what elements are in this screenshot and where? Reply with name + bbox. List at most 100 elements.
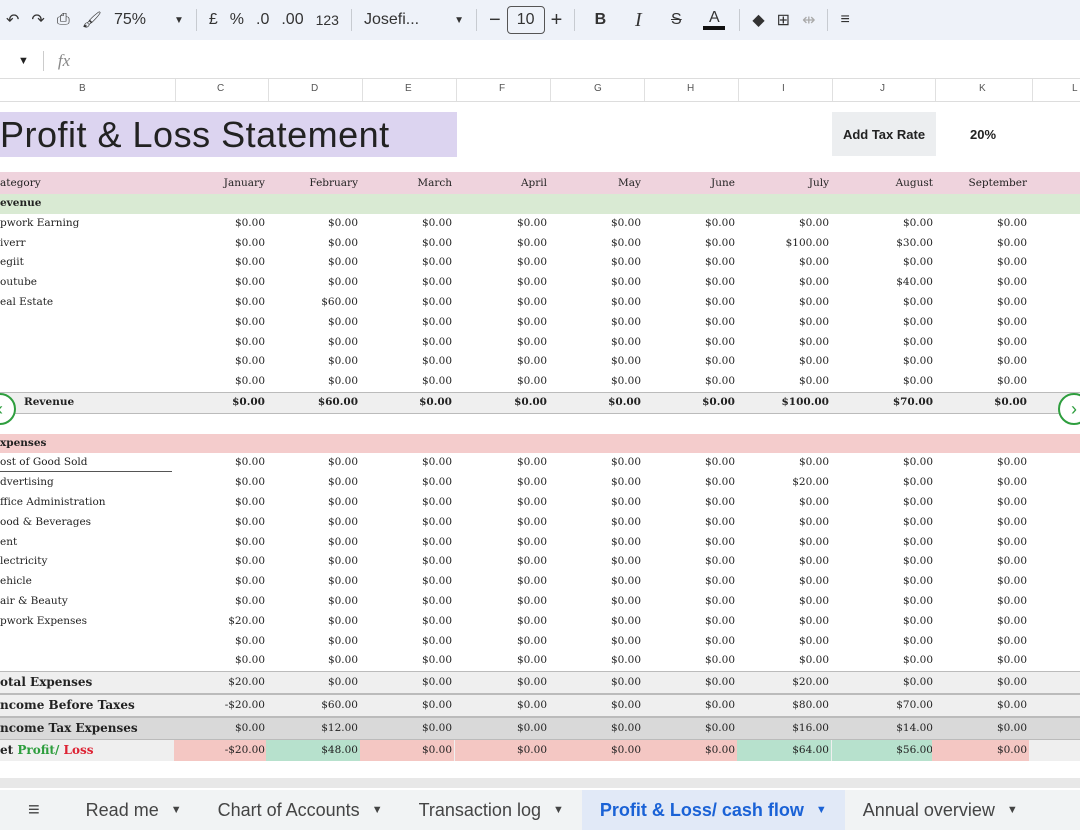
value-cell[interactable]: $0.00: [937, 234, 1027, 254]
value-cell[interactable]: $0.00: [645, 453, 735, 473]
value-cell[interactable]: $0.00: [645, 293, 735, 313]
value-cell[interactable]: -$20.00: [175, 695, 265, 716]
value-cell[interactable]: $0.00: [937, 572, 1027, 592]
row-label[interactable]: outube: [0, 273, 37, 293]
redo-icon[interactable]: ↷: [25, 4, 50, 36]
value-cell[interactable]: $0.00: [843, 372, 933, 392]
row-label[interactable]: dvertising: [0, 473, 54, 493]
value-cell[interactable]: $0.00: [268, 612, 358, 632]
value-cell[interactable]: $0.00: [843, 214, 933, 234]
value-cell[interactable]: $0.00: [175, 372, 265, 392]
value-cell[interactable]: $0.00: [457, 612, 547, 632]
value-cell[interactable]: $0.00: [457, 453, 547, 473]
value-cell[interactable]: $0.00: [739, 572, 829, 592]
value-cell[interactable]: $0.00: [739, 333, 829, 353]
value-cell[interactable]: $0.00: [843, 552, 933, 572]
value-cell[interactable]: $16.00: [739, 718, 829, 739]
value-cell[interactable]: $100.00: [739, 393, 830, 413]
value-cell[interactable]: $60.00: [268, 695, 358, 716]
column-header-i[interactable]: I: [782, 83, 785, 94]
value-cell[interactable]: $0.00: [268, 493, 358, 513]
tax-rate-value[interactable]: 20%: [955, 112, 1011, 156]
value-cell[interactable]: $0.00: [645, 695, 735, 716]
value-cell[interactable]: $0.00: [175, 718, 265, 739]
value-cell[interactable]: $0.00: [843, 651, 933, 671]
value-cell[interactable]: $0.00: [362, 612, 452, 632]
value-cell[interactable]: $0.00: [362, 253, 452, 273]
formula-input[interactable]: [82, 49, 1080, 73]
row-label[interactable]: ood & Beverages: [0, 513, 91, 533]
value-cell[interactable]: $0.00: [362, 718, 452, 739]
value-cell[interactable]: $60.00: [268, 393, 358, 413]
value-cell[interactable]: $0.00: [268, 672, 358, 693]
value-cell[interactable]: $0.00: [268, 572, 358, 592]
value-cell[interactable]: $0.00: [843, 293, 933, 313]
row-label[interactable]: ncome Before Taxes: [0, 695, 135, 716]
value-cell[interactable]: $0.00: [268, 632, 358, 652]
value-cell[interactable]: $0.00: [937, 214, 1027, 234]
value-cell[interactable]: $0.00: [645, 572, 735, 592]
value-cell[interactable]: $0.00: [937, 352, 1027, 372]
value-cell[interactable]: $0.00: [551, 493, 641, 513]
value-cell[interactable]: $0.00: [937, 592, 1027, 612]
value-cell[interactable]: $0.00: [937, 612, 1027, 632]
value-cell[interactable]: $0.00: [268, 453, 358, 473]
align-icon[interactable]: ≡: [834, 4, 855, 36]
value-cell[interactable]: $0.00: [175, 651, 265, 671]
value-cell[interactable]: $0.00: [937, 253, 1027, 273]
row-label[interactable]: ehicle: [0, 572, 32, 592]
value-cell[interactable]: $0.00: [362, 372, 452, 392]
value-cell[interactable]: $0.00: [843, 473, 933, 493]
value-cell[interactable]: $0.00: [645, 214, 735, 234]
value-cell[interactable]: $0.00: [937, 293, 1027, 313]
value-cell[interactable]: $0.00: [268, 253, 358, 273]
row-label[interactable]: pwork Earning: [0, 214, 79, 234]
value-cell[interactable]: $0.00: [843, 313, 933, 333]
value-cell[interactable]: $0.00: [645, 651, 735, 671]
value-cell[interactable]: $0.00: [175, 632, 265, 652]
value-cell[interactable]: $0.00: [551, 234, 641, 254]
value-cell[interactable]: $0.00: [645, 253, 735, 273]
value-cell[interactable]: $0.00: [175, 293, 265, 313]
value-cell[interactable]: $0.00: [843, 612, 933, 632]
row-label[interactable]: lectricity: [0, 552, 47, 572]
value-cell[interactable]: $0.00: [937, 273, 1027, 293]
value-cell[interactable]: $0.00: [645, 513, 735, 533]
value-cell[interactable]: $0.00: [175, 592, 265, 612]
value-cell[interactable]: $0.00: [457, 393, 547, 413]
value-cell[interactable]: $12.00: [268, 718, 358, 739]
font-size-increase-button[interactable]: +: [545, 4, 569, 36]
value-cell[interactable]: $0.00: [268, 313, 358, 333]
value-cell[interactable]: $0.00: [362, 333, 452, 353]
net-value-cell[interactable]: $56.00: [832, 740, 935, 762]
name-box-dropdown-icon[interactable]: ▼: [18, 55, 29, 67]
value-cell[interactable]: $0.00: [457, 372, 547, 392]
sheet-tab[interactable]: Transaction log ▼: [401, 790, 582, 830]
sheet-tab[interactable]: Annual overview ▼: [845, 790, 1036, 830]
value-cell[interactable]: $0.00: [843, 352, 933, 372]
month-header[interactable]: February: [268, 172, 358, 194]
value-cell[interactable]: $0.00: [268, 473, 358, 493]
value-cell[interactable]: $0.00: [175, 313, 265, 333]
value-cell[interactable]: $0.00: [937, 453, 1027, 473]
section-label[interactable]: evenue: [0, 194, 41, 214]
column-header-j[interactable]: J: [880, 83, 885, 94]
value-cell[interactable]: $0.00: [175, 533, 265, 553]
value-cell[interactable]: $0.00: [362, 293, 452, 313]
value-cell[interactable]: $0.00: [551, 293, 641, 313]
value-cell[interactable]: $0.00: [457, 214, 547, 234]
value-cell[interactable]: $0.00: [551, 253, 641, 273]
value-cell[interactable]: $0.00: [551, 592, 641, 612]
value-cell[interactable]: $0.00: [457, 293, 547, 313]
borders-icon[interactable]: ⊞: [771, 4, 796, 36]
value-cell[interactable]: $0.00: [937, 695, 1027, 716]
horizontal-scrollbar[interactable]: [0, 778, 1080, 788]
value-cell[interactable]: $0.00: [362, 651, 452, 671]
value-cell[interactable]: $0.00: [551, 533, 641, 553]
value-cell[interactable]: $0.00: [268, 592, 358, 612]
sheet-tab[interactable]: Profit & Loss/ cash flow ▼: [581, 790, 845, 830]
net-value-cell[interactable]: $48.00: [266, 740, 360, 762]
value-cell[interactable]: $0.00: [739, 493, 829, 513]
net-value-cell[interactable]: $0.00: [360, 740, 454, 762]
value-cell[interactable]: $0.00: [268, 533, 358, 553]
